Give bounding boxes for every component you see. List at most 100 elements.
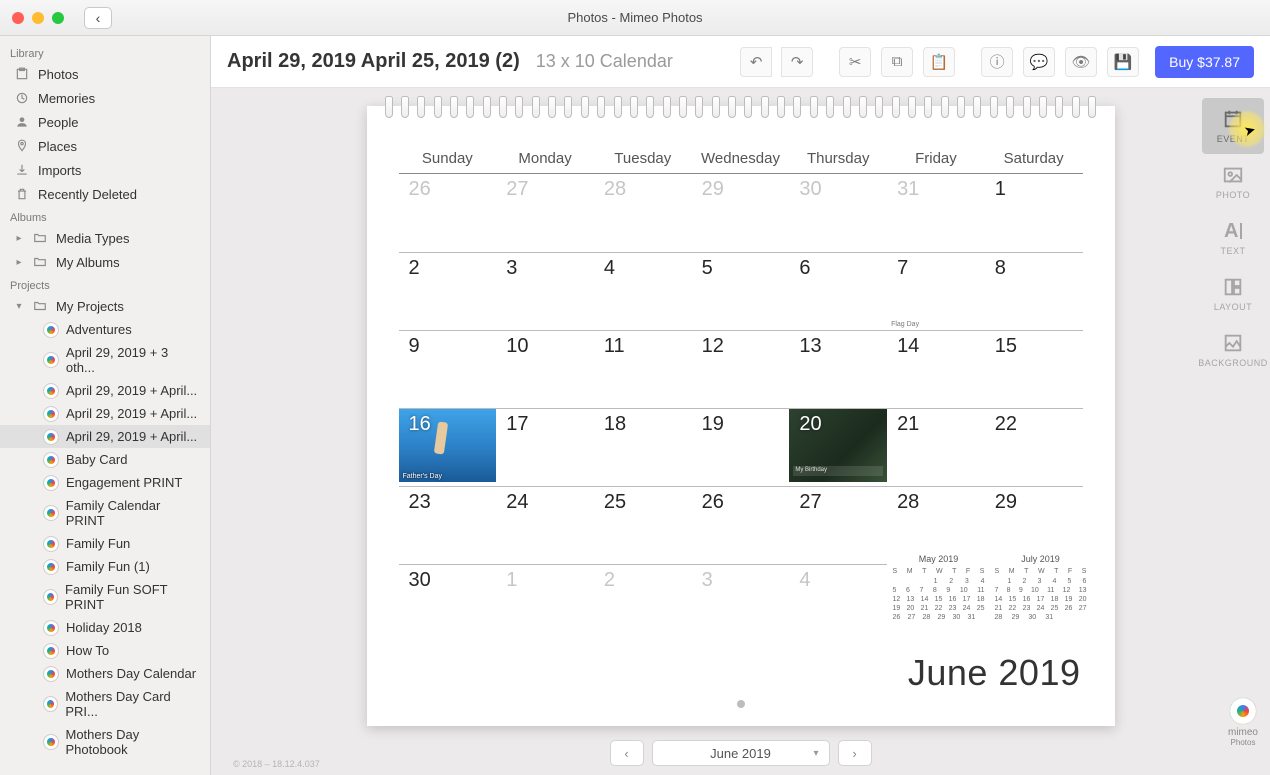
day-header: Monday — [496, 150, 594, 174]
sidebar-project-item[interactable]: Family Fun — [0, 532, 210, 555]
sidebar-item-people[interactable]: People — [0, 110, 210, 134]
mini-calendar-next: July 2019 SMTWTFS 123456 78910111213 141… — [995, 554, 1087, 622]
sidebar-project-item[interactable]: Family Fun (1) — [0, 555, 210, 578]
mimeo-project-icon — [44, 621, 58, 635]
redo-button[interactable]: ↷ — [781, 47, 813, 77]
back-button[interactable]: ‹ — [84, 7, 112, 29]
calendar-cell[interactable]: 26 — [399, 174, 497, 248]
sidebar-project-item[interactable]: Mothers Day Calendar — [0, 662, 210, 685]
sidebar-project-item[interactable]: Baby Card — [0, 448, 210, 471]
calendar-cell[interactable]: 24 — [496, 486, 594, 560]
comment-button[interactable]: 💬 — [1023, 47, 1055, 77]
calendar-cell[interactable]: 30 — [399, 564, 497, 622]
sidebar-project-item[interactable]: April 29, 2019 + April... — [0, 379, 210, 402]
cut-button[interactable]: ✂ — [839, 47, 871, 77]
sidebar-project-item[interactable]: Family Calendar PRINT — [0, 494, 210, 532]
sidebar-project-item[interactable]: April 29, 2019 + April... — [0, 425, 210, 448]
sidebar-project-item[interactable]: Adventures — [0, 318, 210, 341]
sidebar-item-memories[interactable]: Memories — [0, 86, 210, 110]
calendar-cell[interactable]: 27 — [496, 174, 594, 248]
sidebar-item-label: Family Fun (1) — [66, 559, 150, 574]
calendar-cell[interactable]: 6 — [789, 252, 887, 326]
sidebar-project-item[interactable]: Mothers Day Card PRI... — [0, 685, 210, 723]
close-window[interactable] — [12, 12, 24, 24]
mimeo-project-icon — [44, 407, 58, 421]
tool-background[interactable]: BACKGROUND — [1202, 322, 1264, 378]
calendar-cell[interactable]: 2 — [594, 564, 692, 622]
calendar-cell[interactable]: 11 — [594, 330, 692, 404]
sidebar-item-label: Mothers Day Photobook — [66, 727, 201, 757]
calendar-cell[interactable]: 4 — [594, 252, 692, 326]
calendar-cell[interactable]: 7 — [887, 252, 985, 326]
chevron-left-icon: ‹ — [624, 746, 628, 761]
calendar-cell[interactable]: 22 — [985, 408, 1083, 482]
calendar-cell[interactable]: 28 — [594, 174, 692, 248]
sidebar-project-item[interactable]: Mothers Day Photobook — [0, 723, 210, 761]
calendar-cell[interactable]: 29 — [692, 174, 790, 248]
save-button[interactable]: 💾 — [1107, 47, 1139, 77]
sidebar-project-item[interactable]: April 29, 2019 + 3 oth... — [0, 341, 210, 379]
calendar-cell[interactable]: 15 — [985, 330, 1083, 404]
sidebar-projects-root[interactable]: ▾ My Projects — [0, 294, 210, 318]
preview-button[interactable]: 👁 — [1065, 47, 1097, 77]
calendar-cell[interactable]: 3 — [692, 564, 790, 622]
calendar-cell[interactable]: Flag Day14 — [887, 330, 985, 404]
sidebar-item-places[interactable]: Places — [0, 134, 210, 158]
calendar-cell[interactable]: 25 — [594, 486, 692, 560]
comment-icon: 💬 — [1030, 53, 1049, 71]
buy-button[interactable]: Buy $37.87 — [1155, 46, 1254, 78]
calendar-cell[interactable]: 1 — [985, 174, 1083, 248]
calendar-cell[interactable]: 28 — [887, 486, 985, 560]
calendar-cell[interactable]: 23 — [399, 486, 497, 560]
calendar-cell[interactable]: 16Father's Day — [399, 408, 497, 482]
calendar-cell[interactable]: 8 — [985, 252, 1083, 326]
calendar-cell[interactable]: 3 — [496, 252, 594, 326]
calendar-cell[interactable]: 18 — [594, 408, 692, 482]
tool-text[interactable]: ATEXT — [1202, 210, 1264, 266]
tool-layout[interactable]: LAYOUT — [1202, 266, 1264, 322]
prev-month-button[interactable]: ‹ — [610, 740, 644, 766]
tool-event[interactable]: EVENT➤ — [1202, 98, 1264, 154]
calendar-cell[interactable]: 27 — [789, 486, 887, 560]
copy-button[interactable]: ⧉ — [881, 47, 913, 77]
calendar-cell[interactable]: 17 — [496, 408, 594, 482]
sidebar-item-my-albums[interactable]: ▸My Albums — [0, 250, 210, 274]
calendar-cell[interactable]: 29 — [985, 486, 1083, 560]
calendar-cell[interactable]: 2 — [399, 252, 497, 326]
zoom-window[interactable] — [52, 12, 64, 24]
mimeo-project-icon — [44, 667, 58, 681]
sidebar-item-media-types[interactable]: ▸Media Types — [0, 226, 210, 250]
month-selector[interactable]: June 2019 — [652, 740, 830, 766]
mimeo-project-icon — [44, 323, 58, 337]
minimize-window[interactable] — [32, 12, 44, 24]
calendar-cell[interactable]: My Birthday20 — [789, 408, 887, 482]
calendar-cell[interactable]: 31 — [887, 174, 985, 248]
paste-button[interactable]: 📋 — [923, 47, 955, 77]
right-rail: EVENT➤PHOTOATEXTLAYOUTBACKGROUND — [1196, 88, 1270, 775]
sidebar-project-item[interactable]: Holiday 2018 — [0, 616, 210, 639]
tool-photo[interactable]: PHOTO — [1202, 154, 1264, 210]
calendar-page[interactable]: SundayMondayTuesdayWednesdayThursdayFrid… — [367, 106, 1115, 726]
sidebar-project-item[interactable]: April 29, 2019 + April... — [0, 402, 210, 425]
sidebar-project-item[interactable]: Family Fun SOFT PRINT — [0, 578, 210, 616]
calendar-cell[interactable]: 9 — [399, 330, 497, 404]
calendar-cell[interactable]: 1 — [496, 564, 594, 622]
next-month-button[interactable]: › — [838, 740, 872, 766]
calendar-cell[interactable]: 30 — [789, 174, 887, 248]
sidebar-project-item[interactable]: How To — [0, 639, 210, 662]
calendar-cell[interactable]: 4 — [789, 564, 887, 622]
calendar-cell[interactable]: 26 — [692, 486, 790, 560]
calendar-cell[interactable]: 21 — [887, 408, 985, 482]
sidebar-project-item[interactable]: Engagement PRINT — [0, 471, 210, 494]
sidebar-item-photos[interactable]: Photos — [0, 62, 210, 86]
info-button[interactable]: ⓘ — [981, 47, 1013, 77]
calendar-cell[interactable]: 10 — [496, 330, 594, 404]
calendar-cell[interactable]: 13 — [789, 330, 887, 404]
sidebar-item-recently-deleted[interactable]: Recently Deleted — [0, 182, 210, 206]
undo-button[interactable]: ↶ — [740, 47, 772, 77]
calendar-cell[interactable]: 12 — [692, 330, 790, 404]
calendar-cell[interactable]: 5 — [692, 252, 790, 326]
calendar-cell[interactable]: 19 — [692, 408, 790, 482]
sidebar-item-imports[interactable]: Imports — [0, 158, 210, 182]
paste-icon: 📋 — [930, 53, 949, 71]
